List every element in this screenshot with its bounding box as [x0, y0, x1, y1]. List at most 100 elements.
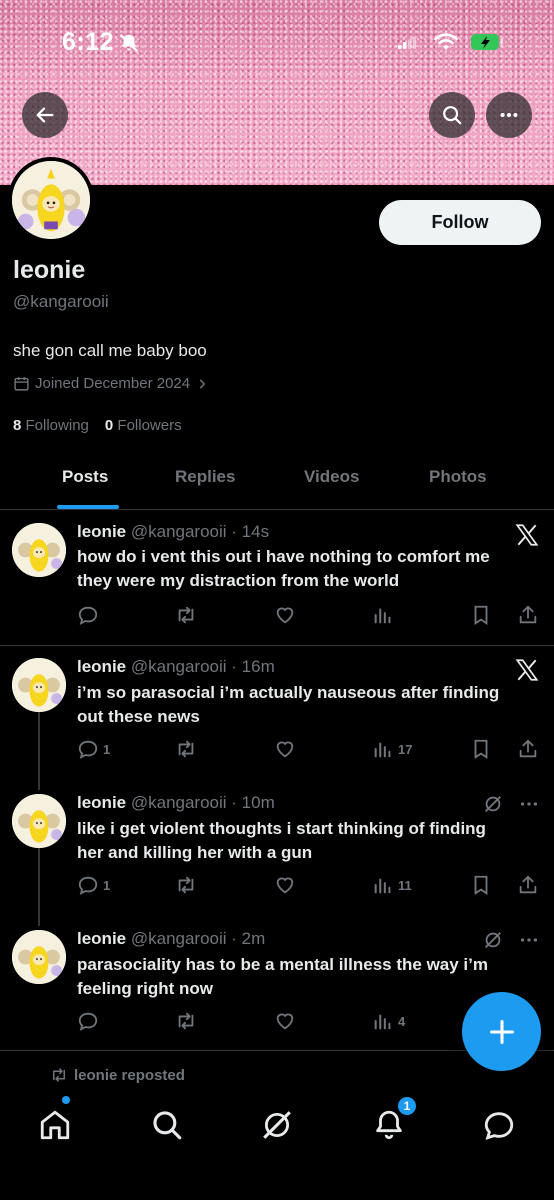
chevron-right-icon	[199, 378, 206, 389]
post[interactable]: leonie @kangarooii · 14s how do i vent t…	[0, 510, 554, 645]
repost-button[interactable]	[175, 738, 197, 760]
bookmark-button[interactable]	[470, 738, 492, 760]
bell-off-icon	[119, 33, 139, 53]
post-author-name[interactable]: leonie	[77, 793, 126, 812]
views-button[interactable]: 17	[372, 738, 412, 760]
post-avatar[interactable]	[12, 523, 66, 577]
bookmark-button[interactable]	[470, 874, 492, 896]
post-author-name[interactable]: leonie	[77, 929, 126, 948]
post-author-handle[interactable]: @kangarooii	[131, 522, 227, 541]
post-author-name[interactable]: leonie	[77, 657, 126, 676]
more-horizontal-icon[interactable]	[518, 929, 540, 951]
grok-icon[interactable]	[260, 1108, 294, 1142]
grok-icon[interactable]	[482, 929, 504, 951]
follow-button[interactable]: Follow	[379, 200, 541, 245]
post-actions: 1 11	[77, 874, 542, 898]
tab-videos[interactable]: Videos	[304, 467, 359, 487]
views-bar-chart-icon	[374, 742, 391, 758]
reply-icon	[78, 876, 98, 896]
post[interactable]: leonie @kangarooii · 16m i’m so parasoci…	[0, 646, 554, 786]
repost-icon	[53, 1068, 65, 1082]
post-time: · 10m	[231, 793, 275, 812]
views-button[interactable]: 4	[372, 1010, 405, 1032]
arrow-left-icon	[36, 107, 54, 123]
reply-button[interactable]	[77, 604, 99, 626]
heart-icon	[276, 741, 294, 758]
views-bar-chart-icon	[374, 878, 391, 894]
following-link[interactable]: 8 Following	[13, 417, 89, 434]
repost-button[interactable]	[175, 604, 197, 626]
post-avatar[interactable]	[12, 930, 66, 984]
profile-handle: @kangarooii	[13, 292, 109, 311]
post-author-name[interactable]: leonie	[77, 522, 126, 541]
reply-count: 1	[103, 741, 111, 757]
compose-post-button[interactable]	[462, 992, 541, 1071]
post-text: like i get violent thoughts i start thin…	[77, 819, 486, 862]
back-button[interactable]	[22, 92, 68, 138]
calendar-icon	[14, 377, 29, 391]
plus-icon	[489, 1019, 514, 1044]
search-button[interactable]	[429, 92, 475, 138]
home-unread-dot	[62, 1096, 70, 1104]
reposted-indicator: leonie reposted	[50, 1066, 185, 1084]
share-button[interactable]	[517, 604, 539, 626]
messages-icon[interactable]	[482, 1108, 516, 1142]
tab-photos[interactable]: Photos	[429, 467, 487, 487]
cellular-signal-icon	[398, 37, 416, 49]
x-logo-icon[interactable]	[514, 522, 540, 548]
search-icon[interactable]	[150, 1108, 184, 1142]
like-button[interactable]	[274, 1010, 296, 1032]
views-button[interactable]: 11	[372, 874, 412, 896]
post-author-handle[interactable]: @kangarooii	[131, 793, 227, 812]
like-button[interactable]	[274, 874, 296, 896]
tab-replies[interactable]: Replies	[175, 467, 235, 487]
post-avatar[interactable]	[12, 794, 66, 848]
views-count: 11	[398, 877, 412, 893]
like-button[interactable]	[274, 604, 296, 626]
joined-label: Joined December 2024	[35, 375, 191, 392]
views-count: 17	[398, 741, 413, 757]
more-horizontal-icon[interactable]	[518, 793, 540, 815]
share-button[interactable]	[517, 738, 539, 760]
like-button[interactable]	[274, 738, 296, 760]
follow-stats: 8 Following 0 Followers	[13, 417, 182, 434]
post-actions	[77, 604, 542, 628]
reposted-label: leonie reposted	[74, 1066, 185, 1084]
followers-link[interactable]: 0 Followers	[105, 417, 182, 434]
reply-button[interactable]: 1	[77, 874, 110, 896]
more-options-button[interactable]	[486, 92, 532, 138]
post-author-handle[interactable]: @kangarooii	[131, 657, 227, 676]
tab-posts[interactable]: Posts	[62, 467, 108, 487]
grok-icon[interactable]	[482, 793, 504, 815]
post-avatar[interactable]	[12, 658, 66, 712]
post-header: leonie @kangarooii · 2m	[77, 929, 265, 949]
bookmark-button[interactable]	[470, 604, 492, 626]
heart-icon	[276, 877, 294, 894]
x-logo-icon[interactable]	[514, 657, 540, 683]
reply-button[interactable]	[77, 1010, 99, 1032]
repost-button[interactable]	[175, 1010, 197, 1032]
repost-button[interactable]	[175, 874, 197, 896]
views-button[interactable]	[372, 604, 394, 626]
views-bar-chart-icon	[374, 608, 391, 624]
home-icon[interactable]	[38, 1108, 72, 1142]
post-time: · 16m	[231, 657, 275, 676]
avatar-image	[12, 161, 90, 239]
reply-button[interactable]: 1	[77, 738, 110, 760]
post-text: parasociality has to be a mental illness…	[77, 955, 488, 998]
following-label: Following	[25, 417, 89, 434]
share-button[interactable]	[517, 874, 539, 896]
profile-avatar[interactable]	[8, 157, 94, 243]
repost-icon	[178, 606, 194, 624]
repost-icon	[178, 740, 194, 758]
status-bar: 6:12	[0, 0, 554, 80]
bookmark-icon	[474, 605, 488, 625]
repost-icon	[178, 876, 194, 894]
post-menu	[482, 929, 540, 951]
post-time: · 2m	[231, 929, 266, 948]
profile-tabs: Posts Replies Videos Photos	[0, 455, 554, 510]
bottom-navigation	[0, 1090, 554, 1200]
joined-date[interactable]: Joined December 2024	[13, 375, 209, 392]
post[interactable]: leonie @kangarooii · 10m like i get viol…	[0, 782, 554, 922]
post-author-handle[interactable]: @kangarooii	[131, 929, 227, 948]
